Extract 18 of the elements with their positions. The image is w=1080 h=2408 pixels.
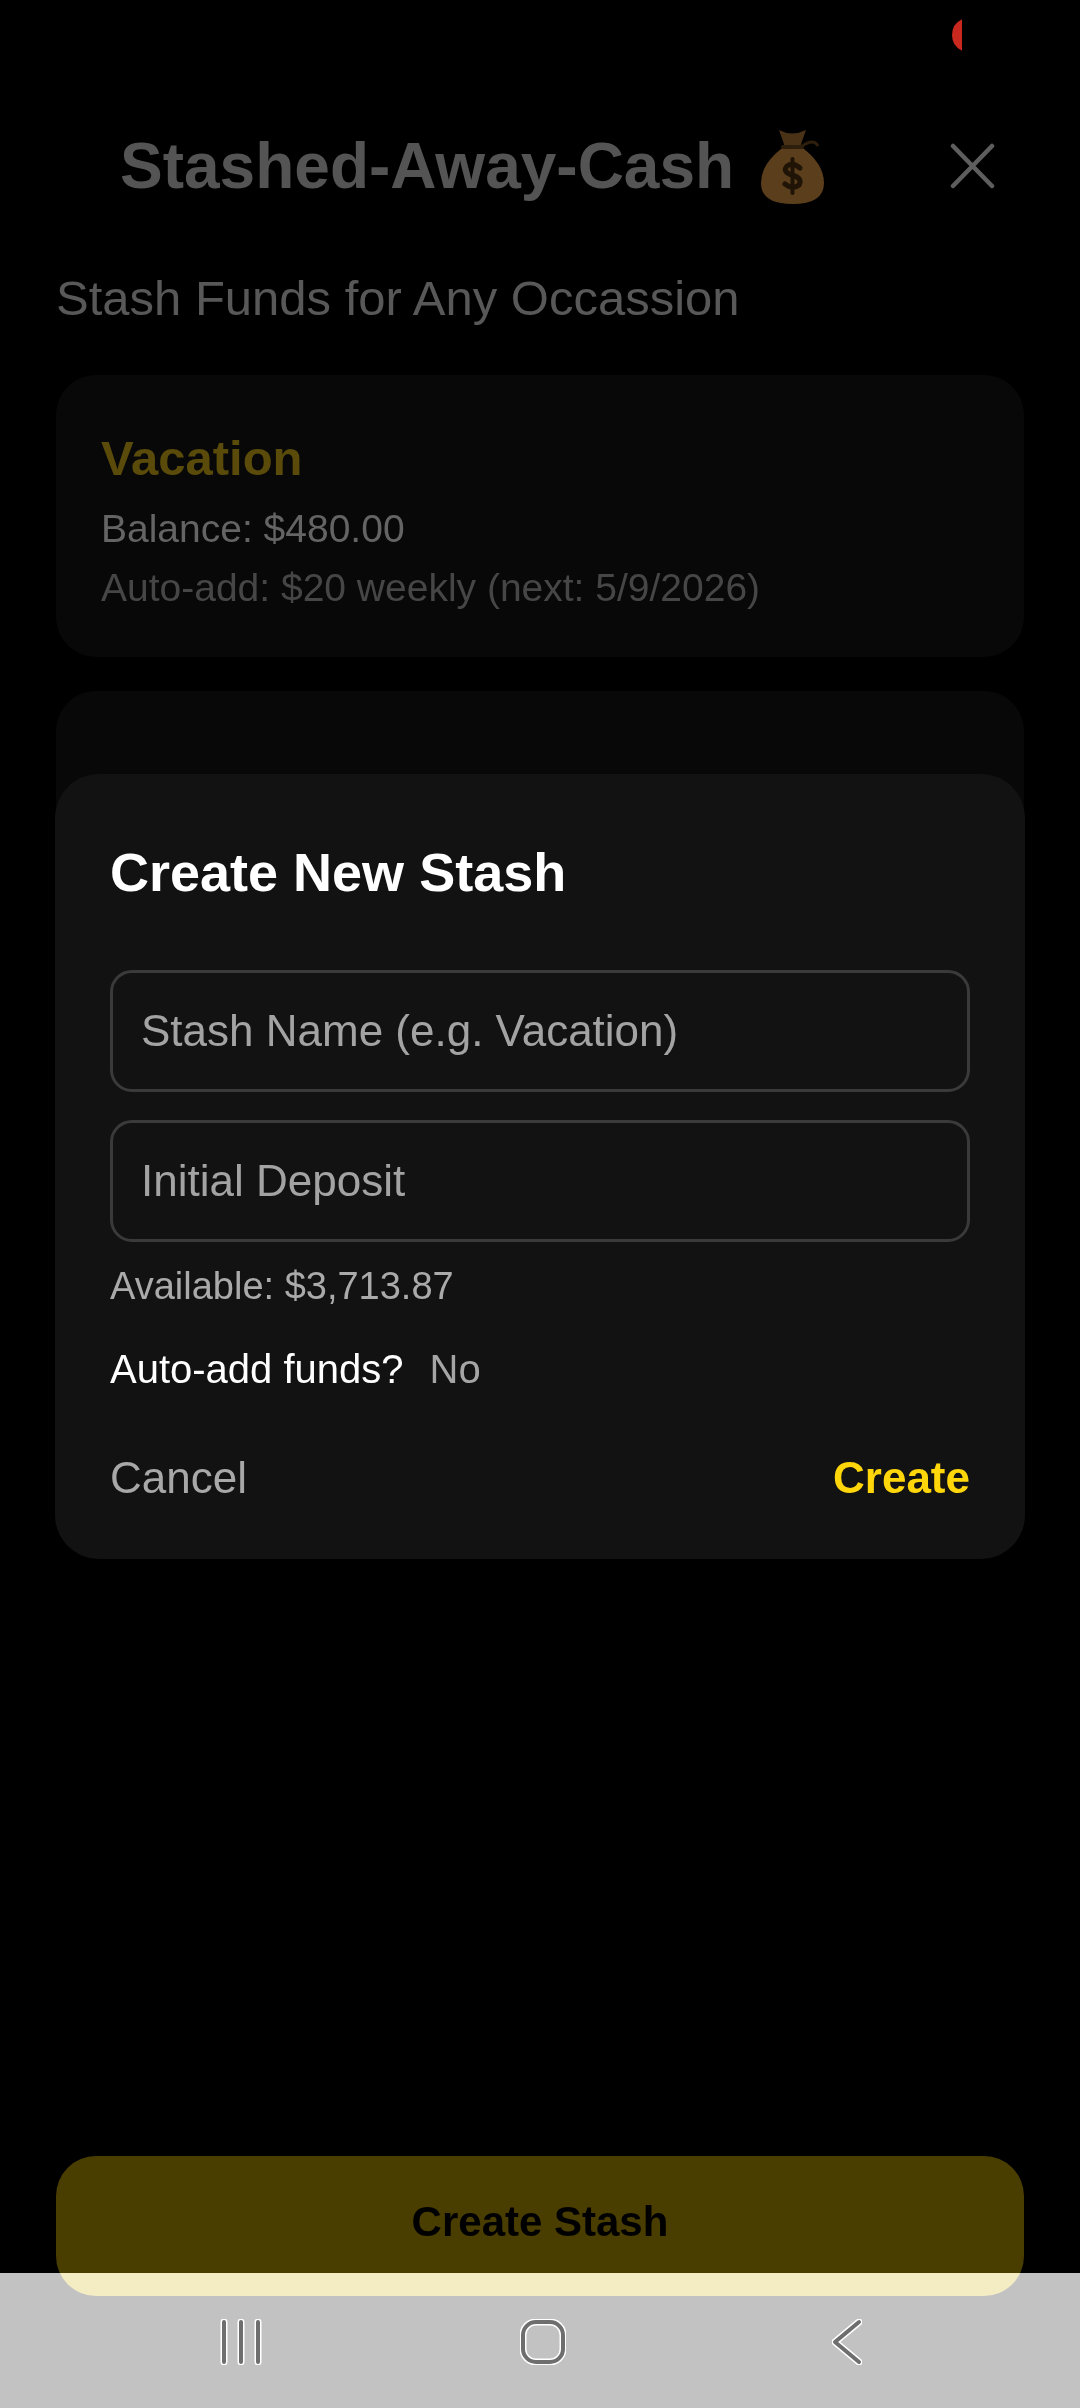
close-button[interactable] xyxy=(950,143,995,189)
input-field[interactable]: Stash Name (e.g. Vacation) xyxy=(110,969,970,1092)
recent-apps-icon[interactable] xyxy=(220,2318,262,2365)
app-title: Stashed-Away-Cash xyxy=(120,128,735,204)
stash-auto-add: Auto-add: $20 weekly (next: 5/9/2026) xyxy=(101,564,761,611)
dialog-title: Create New Stash xyxy=(110,841,567,904)
create-button[interactable]: Create xyxy=(833,1451,970,1504)
stash-name: Vacation xyxy=(101,429,303,487)
input-field[interactable]: Initial Deposit xyxy=(110,1119,970,1242)
close-icon xyxy=(950,143,995,189)
cancel-button[interactable]: Cancel xyxy=(110,1451,247,1504)
subtitle: Stash Funds for Any Occassion xyxy=(56,270,740,327)
home-icon[interactable] xyxy=(520,2318,566,2365)
stash-balance: Balance: $480.00 xyxy=(101,505,405,552)
back-icon[interactable] xyxy=(832,2318,862,2365)
auto-add-value[interactable]: No xyxy=(429,1344,481,1393)
available-balance: Available: $3,713.87 xyxy=(110,1263,454,1309)
auto-add-label: Auto-add funds? xyxy=(110,1345,404,1393)
